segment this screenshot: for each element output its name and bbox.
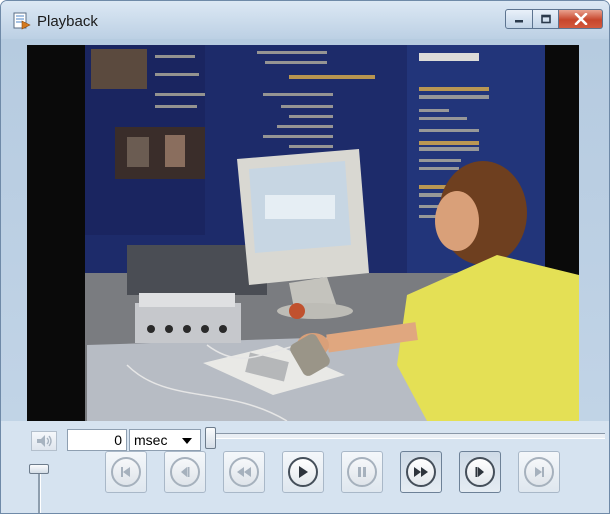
play-circle xyxy=(288,457,318,487)
skip-to-end-icon xyxy=(535,467,544,477)
play-icon xyxy=(299,466,308,478)
chevron-down-icon xyxy=(182,438,192,444)
fast-forward-button[interactable] xyxy=(400,451,442,493)
skip-to-end-button[interactable] xyxy=(518,451,560,493)
step-back-button[interactable] xyxy=(164,451,206,493)
volume-track[interactable] xyxy=(38,471,41,513)
pause-button[interactable] xyxy=(341,451,383,493)
seek-track[interactable] xyxy=(211,433,605,439)
time-unit-select[interactable]: msec xyxy=(129,429,201,451)
close-icon xyxy=(574,13,587,25)
play-button[interactable] xyxy=(282,451,324,493)
rewind-button[interactable] xyxy=(223,451,265,493)
step-forward-circle xyxy=(465,457,495,487)
video-image xyxy=(27,45,579,421)
playback-app-icon xyxy=(13,12,31,30)
rewind-icon xyxy=(237,467,251,477)
volume-slider-thumb[interactable] xyxy=(29,464,49,474)
mute-button[interactable] xyxy=(31,431,57,451)
video-frame[interactable] xyxy=(27,45,579,421)
rewind-circle xyxy=(229,457,259,487)
close-button[interactable] xyxy=(559,9,603,29)
time-unit-label: msec xyxy=(134,432,168,448)
control-panel: 0 msec xyxy=(1,421,609,513)
skip-to-start-icon xyxy=(121,467,130,477)
window-title: Playback xyxy=(37,13,98,30)
seek-slider-thumb[interactable] xyxy=(205,427,216,449)
pause-circle xyxy=(347,457,377,487)
skip-to-start-button[interactable] xyxy=(105,451,147,493)
minimize-icon xyxy=(515,20,523,23)
playback-window: Playback 0 msec xyxy=(0,0,610,514)
pause-icon xyxy=(358,467,366,477)
maximize-button[interactable] xyxy=(533,9,559,29)
time-position-field[interactable]: 0 xyxy=(67,429,127,451)
maximize-icon xyxy=(540,14,551,24)
step-forward-icon xyxy=(475,467,484,477)
step-back-icon xyxy=(181,467,190,477)
title-bar[interactable]: Playback xyxy=(1,1,609,39)
minimize-button[interactable] xyxy=(505,9,533,29)
fast-forward-circle xyxy=(406,457,436,487)
fast-forward-icon xyxy=(414,467,428,477)
skip-to-start-circle xyxy=(111,457,141,487)
step-back-circle xyxy=(170,457,200,487)
step-forward-button[interactable] xyxy=(459,451,501,493)
caption-buttons xyxy=(505,9,603,29)
speaker-icon xyxy=(37,435,52,447)
skip-to-end-circle xyxy=(524,457,554,487)
